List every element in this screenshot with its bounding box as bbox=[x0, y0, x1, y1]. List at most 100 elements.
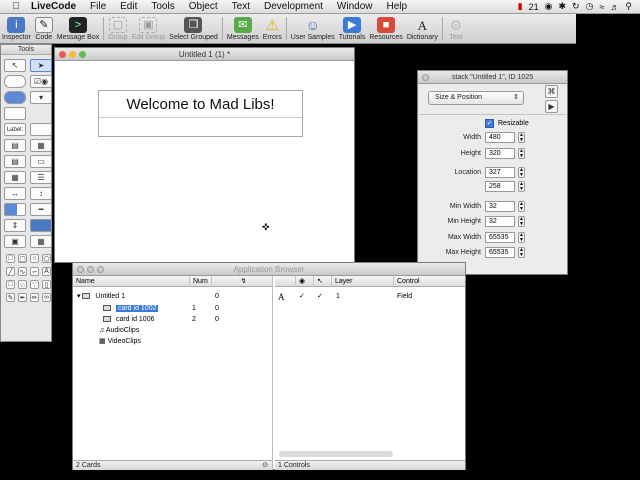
max-height-field[interactable]: 65535 bbox=[485, 247, 515, 258]
inspector-button[interactable]: i Inspector bbox=[0, 14, 33, 43]
tree-row-videoclips[interactable]: ▦ VideoClips bbox=[99, 337, 141, 347]
location-y-stepper[interactable]: ▲ ▼ bbox=[518, 181, 525, 192]
code-button[interactable]: ✎ Code bbox=[33, 14, 55, 43]
tree-row-stack[interactable]: ▾ Untitled 1 0 bbox=[77, 292, 267, 302]
menu-tools[interactable]: Tools bbox=[144, 1, 181, 12]
list-field-tool[interactable]: ▤ bbox=[4, 155, 26, 168]
dropper-icon[interactable]: ✏ bbox=[30, 293, 39, 302]
tab-panel-tool[interactable]: ▭ bbox=[30, 155, 52, 168]
test-button[interactable]: ⚙ Test bbox=[445, 14, 467, 43]
menu-edit[interactable]: Edit bbox=[113, 1, 144, 12]
button-tool[interactable] bbox=[4, 75, 26, 88]
disclosure-open-icon[interactable]: ▾ bbox=[77, 293, 81, 300]
control-row[interactable]: A ✓ ✓ 1 Field bbox=[278, 292, 462, 302]
table-field-tool[interactable]: ▦ bbox=[30, 139, 52, 152]
clock-icon[interactable]: ◷ bbox=[586, 1, 594, 12]
menu-help[interactable]: Help bbox=[379, 1, 414, 12]
height-stepper[interactable]: ▲ ▼ bbox=[518, 148, 525, 159]
bucket-icon[interactable]: ♘ bbox=[18, 280, 27, 289]
col-selected[interactable]: ↖ bbox=[313, 276, 331, 287]
min-height-field[interactable]: 32 bbox=[485, 216, 515, 227]
resources-button[interactable]: ■ Resources bbox=[367, 14, 404, 43]
inspector-titlebar[interactable]: stack "Untitled 1", ID 1025 bbox=[418, 71, 567, 84]
minimize-icon[interactable] bbox=[87, 266, 94, 273]
field-tool[interactable] bbox=[30, 123, 52, 136]
player-tool[interactable] bbox=[30, 219, 52, 232]
slider-tool[interactable]: ━ bbox=[30, 203, 52, 216]
width-stepper[interactable]: ▲ ▼ bbox=[518, 132, 525, 143]
checkbox-tool[interactable]: ☑◉ bbox=[30, 75, 52, 88]
vscrollbar-tool[interactable]: ↕ bbox=[30, 187, 52, 200]
tree-row-audioclips[interactable]: ♫ AudioClips bbox=[99, 326, 139, 336]
round-rect-icon[interactable]: ▢ bbox=[18, 254, 27, 263]
location-x-field[interactable]: 327 bbox=[485, 167, 515, 178]
menu-object[interactable]: Object bbox=[182, 1, 225, 12]
zoom-icon[interactable] bbox=[79, 51, 86, 58]
scrollbar-tool[interactable]: ↔ bbox=[4, 187, 26, 200]
col-scripts[interactable]: ↯ bbox=[211, 276, 272, 287]
max-width-stepper[interactable]: ▲ ▼ bbox=[518, 232, 525, 243]
location-y-field[interactable]: 258 bbox=[485, 181, 515, 192]
tree-row-card[interactable]: card id 1002 1 0 bbox=[103, 304, 267, 314]
browse-tool[interactable]: ↖ bbox=[4, 59, 26, 72]
pointer-tool[interactable]: ➤ bbox=[30, 59, 52, 72]
menu-app[interactable]: LiveCode bbox=[24, 1, 83, 12]
spray-icon[interactable]: ∵ bbox=[30, 280, 39, 289]
eraser-icon[interactable]: ▯ bbox=[42, 280, 51, 289]
minimize-icon[interactable] bbox=[69, 51, 76, 58]
progress-tool[interactable] bbox=[4, 203, 26, 216]
col-num[interactable]: Num bbox=[189, 276, 208, 287]
visible-check-icon[interactable]: ✓ bbox=[299, 292, 305, 302]
menu-tool[interactable]: ☰ bbox=[30, 171, 52, 184]
lock-button[interactable]: ⌘ bbox=[545, 85, 558, 98]
col-control[interactable]: Control bbox=[393, 276, 420, 287]
graphic-tool[interactable]: ▦ bbox=[30, 235, 52, 248]
image-tool[interactable]: ▣ bbox=[4, 235, 26, 248]
edit-group-button[interactable]: ▣ Edit Group bbox=[130, 14, 167, 43]
height-field[interactable]: 320 bbox=[485, 148, 515, 159]
menu-development[interactable]: Development bbox=[257, 1, 330, 12]
bluetooth-icon[interactable]: ✱ bbox=[559, 1, 567, 12]
user-samples-button[interactable]: ☺ User Samples bbox=[289, 14, 337, 43]
browser-titlebar[interactable]: Application Browser bbox=[73, 263, 465, 276]
spotlight-icon[interactable]: ⚲ bbox=[625, 1, 632, 12]
min-width-stepper[interactable]: ▲ ▼ bbox=[518, 201, 525, 212]
errors-button[interactable]: ⚠ Errors bbox=[261, 14, 284, 43]
close-icon[interactable] bbox=[77, 266, 84, 273]
default-button-tool[interactable] bbox=[4, 91, 26, 104]
polygon-icon[interactable]: ⬠ bbox=[42, 254, 51, 263]
min-height-stepper[interactable]: ▲ ▼ bbox=[518, 216, 525, 227]
oval-icon[interactable]: ○ bbox=[30, 254, 39, 263]
resizable-checkbox[interactable]: ✓ Resizable bbox=[485, 119, 529, 128]
selected-check-icon[interactable]: ✓ bbox=[317, 292, 323, 302]
curve-icon[interactable]: ∿ bbox=[18, 267, 27, 276]
col-name[interactable]: Name bbox=[73, 276, 95, 287]
forward-button[interactable]: ▶ bbox=[545, 100, 558, 113]
line-icon[interactable]: ╱ bbox=[6, 267, 15, 276]
data-grid-tool[interactable]: ▦ bbox=[4, 171, 26, 184]
min-width-field[interactable]: 32 bbox=[485, 201, 515, 212]
resize-handle-icon[interactable]: ⊙ bbox=[262, 461, 268, 471]
menu-window[interactable]: Window bbox=[330, 1, 380, 12]
section-dropdown[interactable]: Size & Position ⇕ bbox=[428, 91, 524, 105]
stack-window-titlebar[interactable]: Untitled 1 (1) * bbox=[55, 48, 354, 61]
max-width-field[interactable]: 65535 bbox=[485, 232, 515, 243]
apple-icon[interactable]:  bbox=[8, 1, 24, 12]
max-height-stepper[interactable]: ▲ ▼ bbox=[518, 247, 525, 258]
wifi-icon[interactable]: ≈ bbox=[599, 2, 604, 12]
col-layer[interactable]: Layer bbox=[331, 276, 353, 287]
volume-icon[interactable]: ♬ bbox=[610, 2, 619, 12]
scrolling-field-tool[interactable]: ▤ bbox=[4, 139, 26, 152]
col-visible[interactable]: ◉ bbox=[295, 276, 313, 287]
welcome-field[interactable]: Welcome to Mad Libs! bbox=[98, 90, 303, 137]
rect-button-tool[interactable] bbox=[4, 107, 26, 120]
zoom-icon[interactable] bbox=[97, 266, 104, 273]
close-icon[interactable] bbox=[59, 51, 66, 58]
col-type[interactable] bbox=[275, 276, 295, 287]
battery-icon[interactable]: ▮ bbox=[518, 1, 523, 12]
message-box-button[interactable]: > Message Box bbox=[55, 14, 101, 43]
network-icon[interactable]: ◉ bbox=[545, 1, 553, 12]
close-icon[interactable] bbox=[422, 74, 429, 81]
lasso-icon[interactable]: ∞ bbox=[42, 293, 51, 302]
messages-button[interactable]: ✉ Messages bbox=[225, 14, 261, 43]
